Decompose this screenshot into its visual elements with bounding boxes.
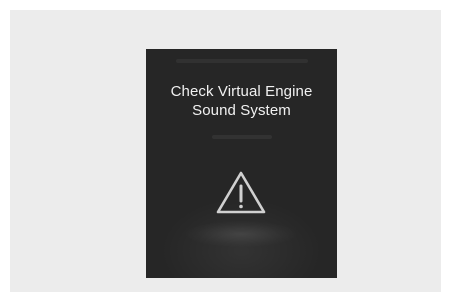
warning-message-line-2: Sound System — [192, 102, 291, 119]
icon-reflection — [186, 221, 296, 247]
warning-message-line-1: Check Virtual Engine — [170, 83, 313, 100]
warning-triangle-icon — [216, 171, 266, 214]
warning-message: Check Virtual Engine Sound System — [146, 82, 337, 120]
cluster-display: Check Virtual Engine Sound System — [146, 49, 337, 278]
top-status-bar — [176, 59, 308, 63]
secondary-text-placeholder — [212, 135, 272, 139]
page-frame: Check Virtual Engine Sound System — [10, 10, 441, 292]
